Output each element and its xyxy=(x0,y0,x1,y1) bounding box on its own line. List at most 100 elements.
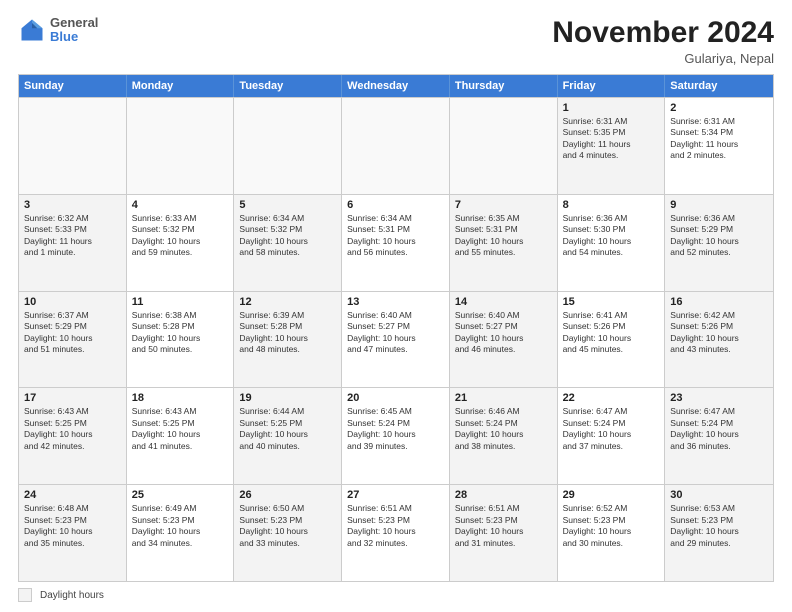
day-number: 10 xyxy=(24,296,121,308)
cal-cell-r3c2: 19Sunrise: 6:44 AM Sunset: 5:25 PM Dayli… xyxy=(234,388,342,484)
day-info: Sunrise: 6:35 AM Sunset: 5:31 PM Dayligh… xyxy=(455,213,552,259)
cal-cell-r2c4: 14 Sunrise: 6:40 AM Sunset: 5:27 PM Dayli… xyxy=(450,292,558,388)
day-number: 29 xyxy=(563,489,660,501)
day-number: 3 xyxy=(24,199,121,211)
day-info: Sunrise: 6:48 AM Sunset: 5:23 PM Dayligh… xyxy=(24,503,121,549)
day-info: Sunrise: 6:40 AM Sunset: 5:27 PM Dayligh… xyxy=(455,310,552,356)
day-number: 8 xyxy=(563,199,660,211)
cal-cell-r2c2: 12 Sunrise: 6:39 AM Sunset: 5:28 PM Dayli… xyxy=(234,292,342,388)
calendar: SundayMondayTuesdayWednesdayThursdayFrid… xyxy=(18,74,774,582)
header-day-thursday: Thursday xyxy=(450,75,558,97)
cal-cell-r1c1: 4 Sunrise: 6:33 AM Sunset: 5:32 PM Daylig… xyxy=(127,195,235,291)
logo: General Blue xyxy=(18,16,98,45)
header-day-wednesday: Wednesday xyxy=(342,75,450,97)
cal-cell-r4c0: 24 Sunrise: 6:48 AM Sunset: 5:23 PM Dayli… xyxy=(19,485,127,581)
cal-cell-r4c5: 29 Sunrise: 6:52 AM Sunset: 5:23 PM Dayli… xyxy=(558,485,666,581)
cal-row-1: 3Sunrise: 6:32 AM Sunset: 5:33 PM Daylig… xyxy=(19,194,773,291)
cal-cell-r3c5: 22 Sunrise: 6:47 AM Sunset: 5:24 PM Dayli… xyxy=(558,388,666,484)
cal-cell-r3c1: 18Sunrise: 6:43 AM Sunset: 5:25 PM Dayli… xyxy=(127,388,235,484)
day-info: Sunrise: 6:33 AM Sunset: 5:32 PM Dayligh… xyxy=(132,213,229,259)
day-number: 22 xyxy=(563,392,660,404)
day-number: 11 xyxy=(132,296,229,308)
day-info: Sunrise: 6:37 AM Sunset: 5:29 PM Dayligh… xyxy=(24,310,121,356)
page-subtitle: Gulariya, Nepal xyxy=(552,51,774,66)
cal-cell-r3c0: 17 Sunrise: 6:43 AM Sunset: 5:25 PM Dayli… xyxy=(19,388,127,484)
cal-cell-r1c6: 9 Sunrise: 6:36 AM Sunset: 5:29 PM Daylig… xyxy=(665,195,773,291)
day-number: 28 xyxy=(455,489,552,501)
cal-cell-r2c3: 13 Sunrise: 6:40 AM Sunset: 5:27 PM Dayli… xyxy=(342,292,450,388)
day-info: Sunrise: 6:51 AM Sunset: 5:23 PM Dayligh… xyxy=(347,503,444,549)
day-info: Sunrise: 6:34 AM Sunset: 5:32 PM Dayligh… xyxy=(239,213,336,259)
day-number: 18 xyxy=(132,392,229,404)
day-number: 26 xyxy=(239,489,336,501)
day-number: 25 xyxy=(132,489,229,501)
cal-cell-r2c1: 11 Sunrise: 6:38 AM Sunset: 5:28 PM Dayli… xyxy=(127,292,235,388)
day-info: Sunrise: 6:50 AM Sunset: 5:23 PM Dayligh… xyxy=(239,503,336,549)
day-info: Sunrise: 6:38 AM Sunset: 5:28 PM Dayligh… xyxy=(132,310,229,356)
cal-cell-r0c2 xyxy=(234,98,342,194)
day-info: Sunrise: 6:41 AM Sunset: 5:26 PM Dayligh… xyxy=(563,310,660,356)
header-day-saturday: Saturday xyxy=(665,75,773,97)
day-number: 24 xyxy=(24,489,121,501)
day-info: Sunrise: 6:43 AM Sunset: 5:25 PM Dayligh… xyxy=(24,406,121,452)
cal-cell-r0c3 xyxy=(342,98,450,194)
day-number: 27 xyxy=(347,489,444,501)
title-block: November 2024 Gulariya, Nepal xyxy=(552,16,774,66)
cal-cell-r4c1: 25 Sunrise: 6:49 AM Sunset: 5:23 PM Dayli… xyxy=(127,485,235,581)
day-number: 30 xyxy=(670,489,768,501)
day-number: 14 xyxy=(455,296,552,308)
logo-line2: Blue xyxy=(50,30,98,44)
legend-box xyxy=(18,588,32,602)
calendar-body: 1Sunrise: 6:31 AM Sunset: 5:35 PM Daylig… xyxy=(19,97,773,581)
day-info: Sunrise: 6:31 AM Sunset: 5:34 PM Dayligh… xyxy=(670,116,768,162)
header-day-sunday: Sunday xyxy=(19,75,127,97)
day-info: Sunrise: 6:36 AM Sunset: 5:30 PM Dayligh… xyxy=(563,213,660,259)
cal-cell-r3c6: 23Sunrise: 6:47 AM Sunset: 5:24 PM Dayli… xyxy=(665,388,773,484)
day-number: 4 xyxy=(132,199,229,211)
day-number: 9 xyxy=(670,199,768,211)
page-title: November 2024 xyxy=(552,16,774,49)
cal-cell-r1c3: 6Sunrise: 6:34 AM Sunset: 5:31 PM Daylig… xyxy=(342,195,450,291)
cal-cell-r4c2: 26 Sunrise: 6:50 AM Sunset: 5:23 PM Dayli… xyxy=(234,485,342,581)
day-info: Sunrise: 6:36 AM Sunset: 5:29 PM Dayligh… xyxy=(670,213,768,259)
cal-cell-r0c1 xyxy=(127,98,235,194)
day-info: Sunrise: 6:49 AM Sunset: 5:23 PM Dayligh… xyxy=(132,503,229,549)
day-info: Sunrise: 6:51 AM Sunset: 5:23 PM Dayligh… xyxy=(455,503,552,549)
cal-cell-r2c6: 16Sunrise: 6:42 AM Sunset: 5:26 PM Dayli… xyxy=(665,292,773,388)
cal-row-0: 1Sunrise: 6:31 AM Sunset: 5:35 PM Daylig… xyxy=(19,97,773,194)
day-info: Sunrise: 6:31 AM Sunset: 5:35 PM Dayligh… xyxy=(563,116,660,162)
day-info: Sunrise: 6:39 AM Sunset: 5:28 PM Dayligh… xyxy=(239,310,336,356)
logo-icon xyxy=(18,16,46,44)
logo-text: General Blue xyxy=(50,16,98,45)
day-info: Sunrise: 6:47 AM Sunset: 5:24 PM Dayligh… xyxy=(563,406,660,452)
cal-cell-r1c2: 5 Sunrise: 6:34 AM Sunset: 5:32 PM Daylig… xyxy=(234,195,342,291)
cal-cell-r0c5: 1Sunrise: 6:31 AM Sunset: 5:35 PM Daylig… xyxy=(558,98,666,194)
day-number: 7 xyxy=(455,199,552,211)
day-number: 13 xyxy=(347,296,444,308)
logo-line1: General xyxy=(50,16,98,30)
day-number: 5 xyxy=(239,199,336,211)
cal-cell-r3c4: 21Sunrise: 6:46 AM Sunset: 5:24 PM Dayli… xyxy=(450,388,558,484)
day-info: Sunrise: 6:34 AM Sunset: 5:31 PM Dayligh… xyxy=(347,213,444,259)
day-number: 2 xyxy=(670,102,768,114)
cal-row-4: 24 Sunrise: 6:48 AM Sunset: 5:23 PM Dayli… xyxy=(19,484,773,581)
cal-cell-r0c0 xyxy=(19,98,127,194)
cal-cell-r4c6: 30Sunrise: 6:53 AM Sunset: 5:23 PM Dayli… xyxy=(665,485,773,581)
day-info: Sunrise: 6:42 AM Sunset: 5:26 PM Dayligh… xyxy=(670,310,768,356)
day-info: Sunrise: 6:40 AM Sunset: 5:27 PM Dayligh… xyxy=(347,310,444,356)
day-info: Sunrise: 6:45 AM Sunset: 5:24 PM Dayligh… xyxy=(347,406,444,452)
day-number: 12 xyxy=(239,296,336,308)
cal-row-2: 10 Sunrise: 6:37 AM Sunset: 5:29 PM Dayli… xyxy=(19,291,773,388)
day-info: Sunrise: 6:44 AM Sunset: 5:25 PM Dayligh… xyxy=(239,406,336,452)
legend-label: Daylight hours xyxy=(40,590,104,601)
page: General Blue November 2024 Gulariya, Nep… xyxy=(0,0,792,612)
legend: Daylight hours xyxy=(18,588,774,602)
day-info: Sunrise: 6:46 AM Sunset: 5:24 PM Dayligh… xyxy=(455,406,552,452)
cal-cell-r0c6: 2 Sunrise: 6:31 AM Sunset: 5:34 PM Daylig… xyxy=(665,98,773,194)
cal-cell-r3c3: 20Sunrise: 6:45 AM Sunset: 5:24 PM Dayli… xyxy=(342,388,450,484)
cal-cell-r1c0: 3Sunrise: 6:32 AM Sunset: 5:33 PM Daylig… xyxy=(19,195,127,291)
day-info: Sunrise: 6:52 AM Sunset: 5:23 PM Dayligh… xyxy=(563,503,660,549)
day-number: 17 xyxy=(24,392,121,404)
header-day-tuesday: Tuesday xyxy=(234,75,342,97)
cal-cell-r0c4 xyxy=(450,98,558,194)
